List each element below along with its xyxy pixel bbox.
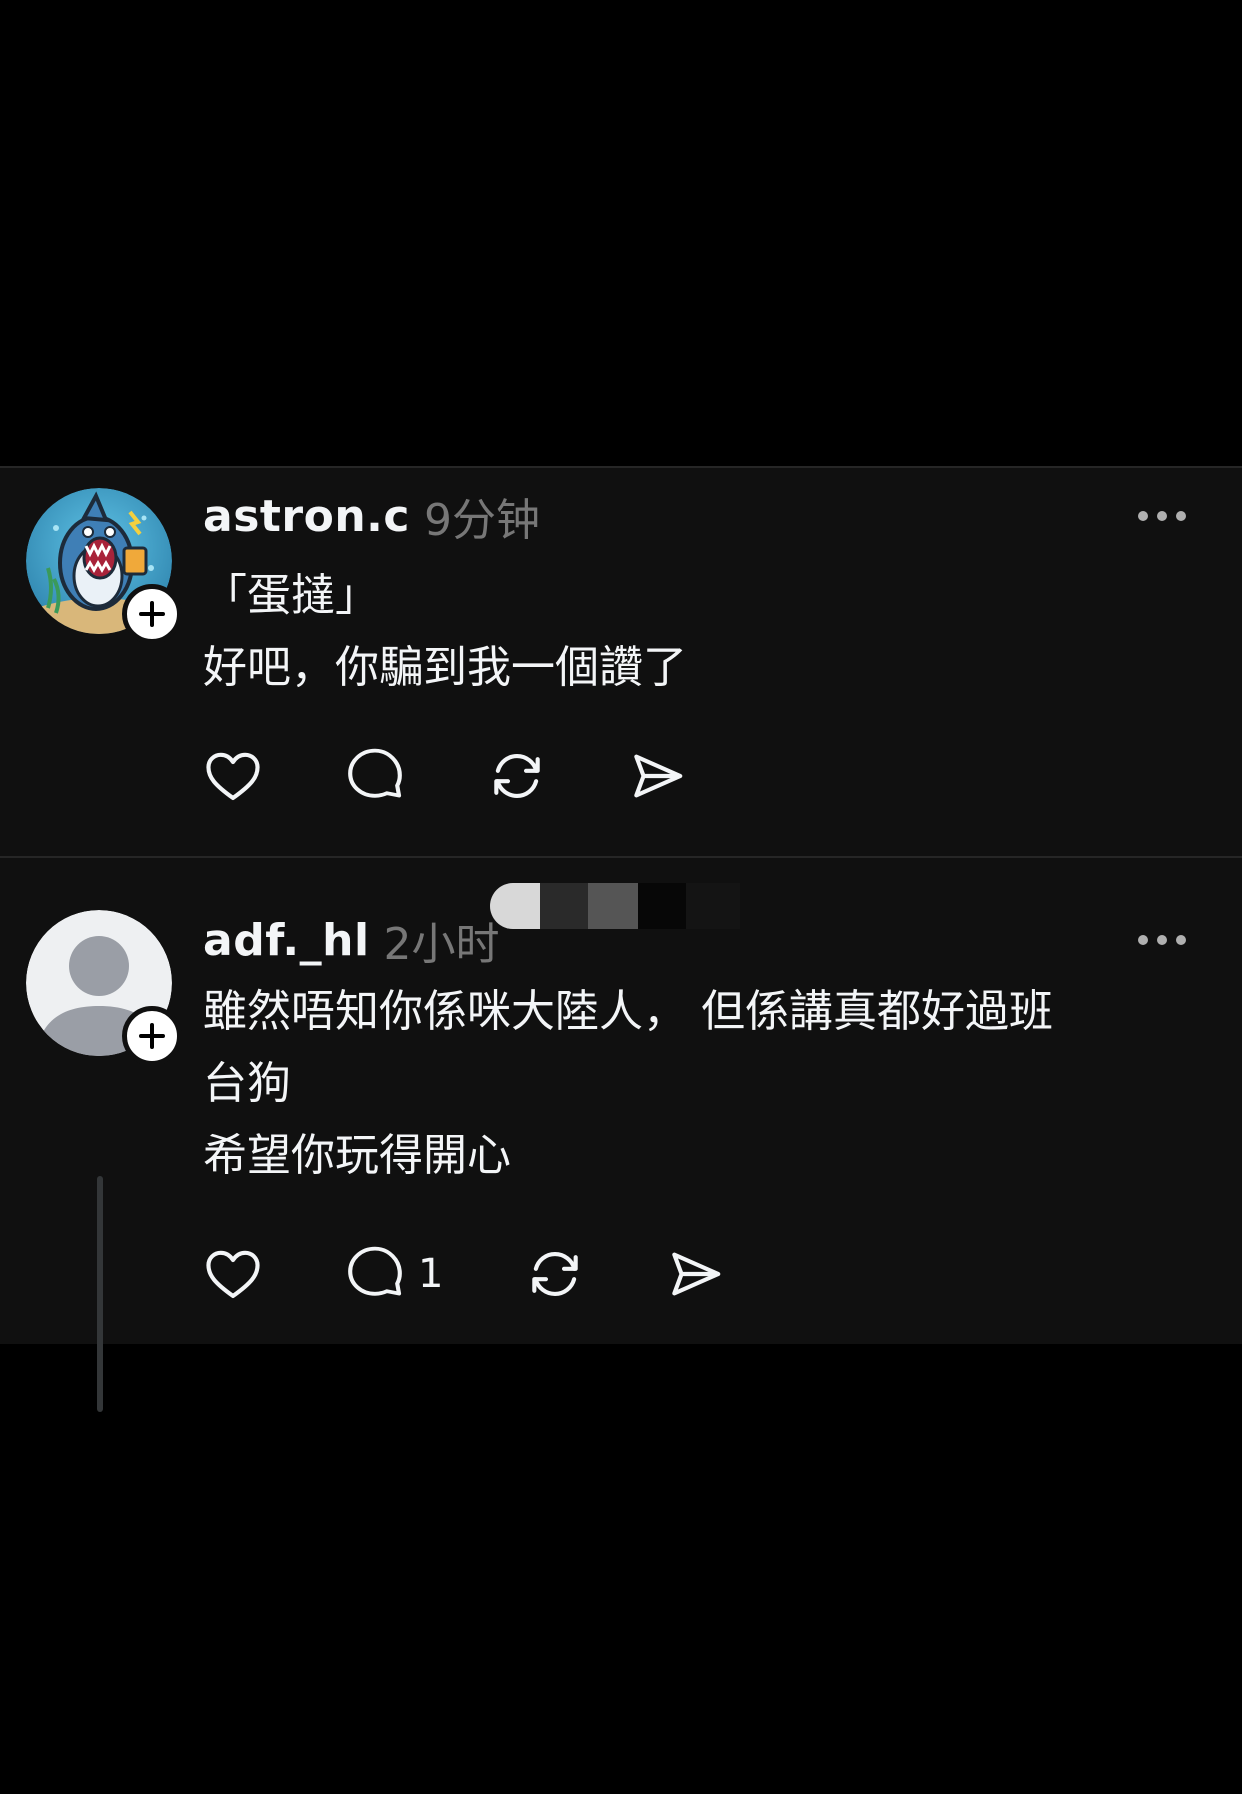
repost-icon bbox=[494, 754, 540, 798]
follow-plus-button[interactable] bbox=[122, 1006, 182, 1066]
like-button[interactable] bbox=[202, 1242, 264, 1306]
post-text-line: 台狗 bbox=[203, 1058, 291, 1109]
timestamp: 9分钟 bbox=[423, 495, 540, 546]
post-text-line: 希望你玩得開心 bbox=[203, 1130, 511, 1181]
repost-button[interactable] bbox=[524, 1242, 586, 1306]
share-button[interactable] bbox=[664, 1242, 726, 1306]
repost-button[interactable] bbox=[486, 744, 548, 808]
send-icon bbox=[672, 1252, 721, 1296]
comment-bubble-icon bbox=[348, 748, 402, 798]
username[interactable]: adf._hl bbox=[203, 915, 370, 966]
post-header: adf._hl 2小时 bbox=[203, 910, 500, 971]
heart-icon bbox=[206, 752, 260, 801]
post-text-line: 雖然唔知你係咪大陸人， 但係講真都好過班 bbox=[203, 986, 1053, 1037]
post-astron-c: astron.c 9分钟 「蛋撻」 好吧，你騙到我一個讚了 bbox=[0, 468, 1242, 858]
reply-button[interactable]: 1 bbox=[344, 1242, 443, 1306]
timestamp: 2小时 bbox=[383, 919, 500, 970]
avatar-container[interactable] bbox=[26, 910, 182, 1066]
reply-count: 1 bbox=[418, 1251, 444, 1297]
repost-icon bbox=[532, 1252, 578, 1296]
username[interactable]: astron.c bbox=[203, 491, 410, 542]
send-icon bbox=[634, 754, 683, 798]
more-options-icon[interactable] bbox=[1138, 506, 1186, 526]
heart-icon bbox=[206, 1250, 260, 1299]
plus-icon bbox=[139, 601, 165, 627]
thread-connector-line bbox=[97, 1176, 103, 1412]
post-text: 雖然唔知你係咪大陸人， 但係講真都好過班 台狗 希望你玩得開心 bbox=[203, 976, 1183, 1192]
avatar-container[interactable] bbox=[26, 488, 182, 644]
follow-plus-button[interactable] bbox=[122, 584, 182, 644]
post-text-line: 好吧，你騙到我一個讚了 bbox=[203, 642, 687, 693]
post-adf-hl: adf._hl 2小时 雖然唔知你係咪大陸人， 但係講真都好過班 台狗 希望你玩… bbox=[0, 858, 1242, 1344]
comment-bubble-icon bbox=[348, 1246, 402, 1296]
more-options-icon[interactable] bbox=[1138, 930, 1186, 950]
post-text-line: 「蛋撻」 bbox=[203, 570, 379, 621]
post-header: astron.c 9分钟 bbox=[203, 486, 540, 547]
redaction-mosaic bbox=[490, 883, 740, 929]
post-text: 「蛋撻」 好吧，你騙到我一個讚了 bbox=[203, 560, 1183, 704]
plus-icon bbox=[139, 1023, 165, 1049]
share-button[interactable] bbox=[626, 744, 688, 808]
reply-button[interactable] bbox=[344, 744, 406, 808]
like-button[interactable] bbox=[202, 744, 264, 808]
